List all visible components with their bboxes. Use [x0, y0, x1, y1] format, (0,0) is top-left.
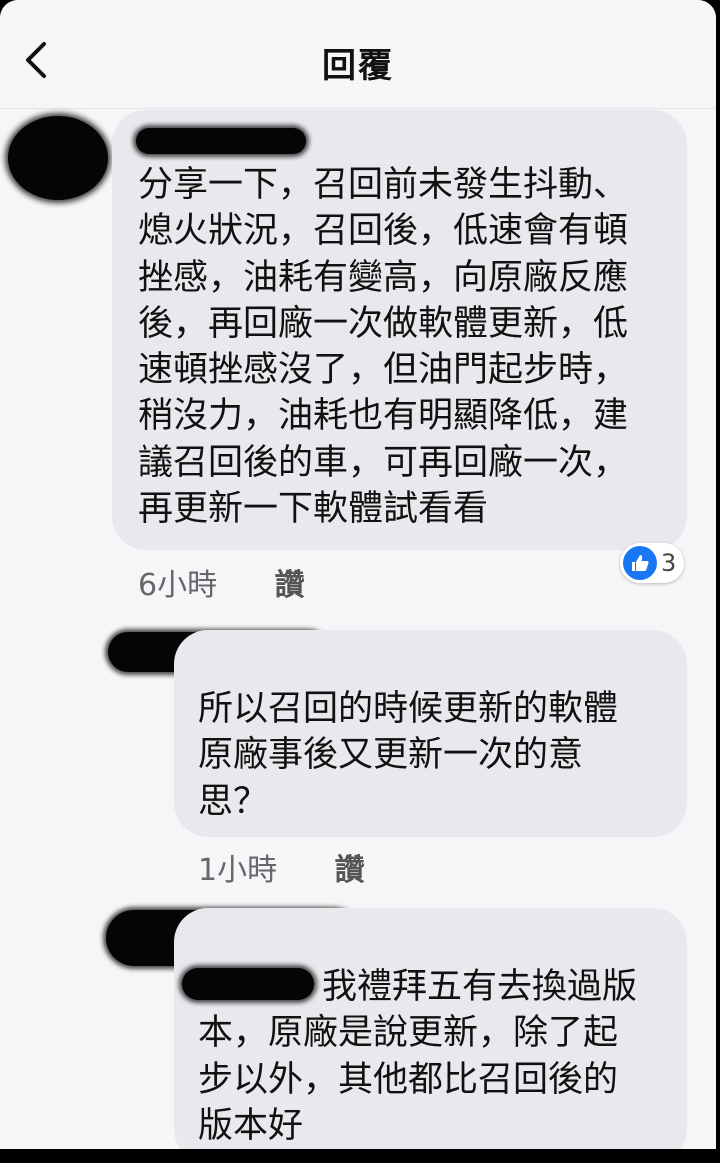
comment-meta: 1小時 讚: [198, 845, 365, 889]
thumbs-up-icon: [623, 546, 657, 580]
reaction-count: 3: [661, 549, 677, 577]
comment-time: 6小時: [138, 568, 218, 603]
comment-time: 1小時: [198, 853, 278, 888]
reaction-badge[interactable]: 3: [620, 543, 685, 583]
comment-text: 所以召回的時候更新的軟體 原廠事後又更新一次的意 思？: [198, 689, 619, 822]
page-title: 回覆: [322, 46, 394, 86]
bottom-edge: [0, 1149, 720, 1163]
comment-bubble: 所以召回的時候更新的軟體 原廠事後又更新一次的意 思？: [174, 630, 687, 837]
like-link[interactable]: 讚: [275, 568, 305, 603]
like-link[interactable]: 讚: [335, 853, 365, 888]
comment-bubble: 分享一下，召回前未發生抖動、 熄火狀況，召回後，低速會有頓 挫感，油耗有變高，向…: [112, 110, 687, 550]
screen: 回覆 分享一下，召回前未發生抖動、 熄火狀況，召回後，低速會有頓 挫感，油耗有變…: [0, 0, 716, 1163]
screen-edge: [716, 0, 720, 1163]
author-name-redacted[interactable]: [136, 128, 306, 154]
avatar[interactable]: [8, 116, 108, 200]
comment-meta: 6小時 讚: [138, 560, 305, 604]
comment-text: 我禮拜五有去換過版 本，原廠是說更新，除了起 步以外，其他都比召回後的 版本好: [198, 967, 638, 1146]
comment-bubble: 我禮拜五有去換過版 本，原廠是說更新，除了起 步以外，其他都比召回後的 版本好: [174, 908, 687, 1163]
header: 回覆: [0, 0, 716, 109]
comment-text: 分享一下，召回前未發生抖動、 熄火狀況，召回後，低速會有頓 挫感，油耗有變高，向…: [138, 165, 629, 530]
